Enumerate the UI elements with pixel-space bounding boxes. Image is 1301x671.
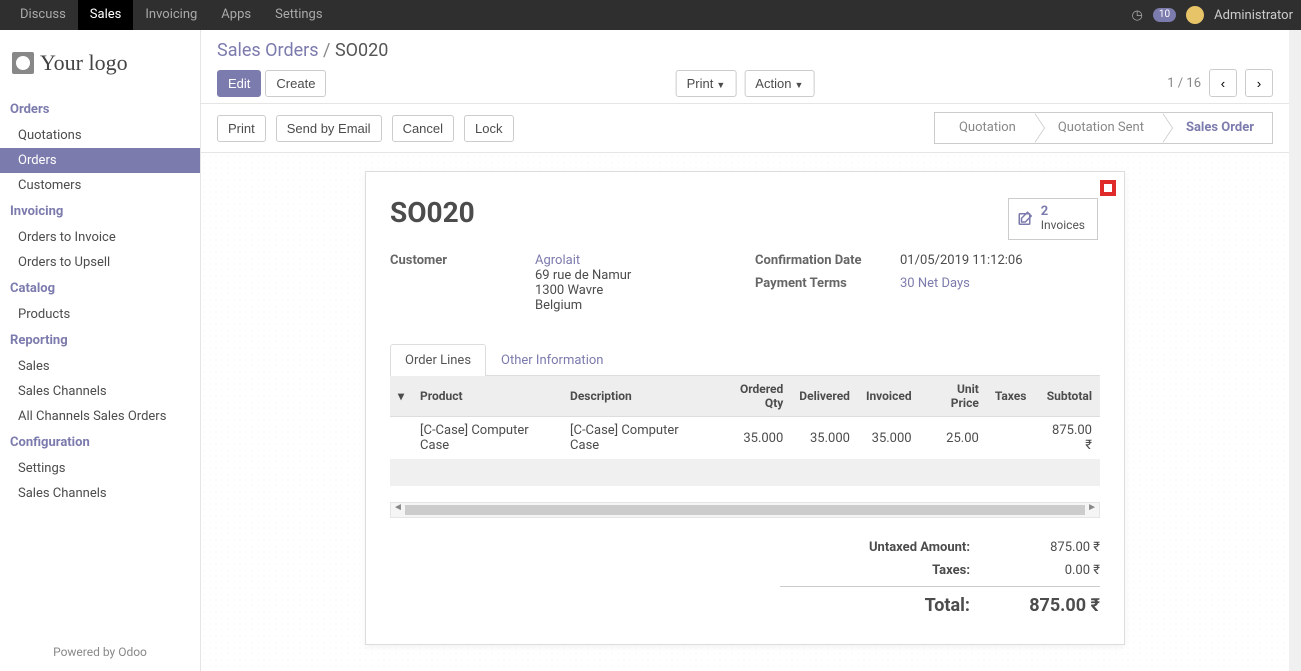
taxes-value: 0.00 ₹ bbox=[1000, 563, 1100, 578]
total-value: 875.00 ₹ bbox=[1000, 595, 1100, 616]
taxes-label: Taxes: bbox=[932, 563, 970, 578]
form-sheet: 2 Invoices SO020 Customer Agrolait 69 ru… bbox=[365, 171, 1125, 645]
side-section: Invoicing bbox=[0, 198, 200, 225]
side-section: Configuration bbox=[0, 429, 200, 456]
sidebar-item-customers[interactable]: Customers bbox=[0, 173, 200, 198]
customer-link[interactable]: Agrolait bbox=[535, 253, 580, 268]
cell-delivered: 35.000 bbox=[791, 417, 858, 460]
send-by-email-button[interactable]: Send by Email bbox=[276, 115, 382, 142]
col-delivered[interactable]: Delivered bbox=[791, 376, 858, 417]
cell-subtotal: 875.00 ₹ bbox=[1034, 417, 1100, 460]
invoices-stat-button[interactable]: 2 Invoices bbox=[1008, 198, 1098, 240]
confirmation-date-value: 01/05/2019 11:12:06 bbox=[900, 253, 1023, 268]
invoices-count: 2 bbox=[1041, 205, 1085, 218]
breadcrumb-current: SO020 bbox=[335, 40, 388, 61]
invoices-label: Invoices bbox=[1041, 218, 1085, 232]
cell-qty: 35.000 bbox=[712, 417, 791, 460]
logo: Your logo bbox=[0, 40, 200, 96]
col-description[interactable]: Description bbox=[562, 376, 712, 417]
nav-settings[interactable]: Settings bbox=[263, 0, 334, 30]
col-invoiced[interactable]: Invoiced bbox=[858, 376, 920, 417]
user-name[interactable]: Administrator bbox=[1214, 8, 1293, 23]
col-taxes[interactable]: Taxes bbox=[987, 376, 1035, 417]
action-dropdown[interactable]: Action▼ bbox=[744, 70, 814, 97]
handle-col: ▾ bbox=[390, 376, 412, 417]
create-button[interactable]: Create bbox=[265, 70, 326, 97]
tab-order-lines[interactable]: Order Lines bbox=[390, 344, 486, 376]
cancel-button[interactable]: Cancel bbox=[392, 115, 454, 142]
cell-desc: [C-Case] Computer Case bbox=[562, 417, 712, 460]
sidebar: Your logo OrdersQuotationsOrdersCustomer… bbox=[0, 30, 201, 671]
cell-price: 25.00 bbox=[920, 417, 987, 460]
untaxed-value: 875.00 ₹ bbox=[1000, 540, 1100, 555]
sidebar-item-sales[interactable]: Sales bbox=[0, 354, 200, 379]
total-label: Total: bbox=[925, 595, 970, 616]
payment-terms-value[interactable]: 30 Net Days bbox=[900, 276, 970, 291]
order-title: SO020 bbox=[390, 196, 1100, 229]
cell-product: [C-Case] Computer Case bbox=[412, 417, 562, 460]
pencil-square-icon bbox=[1017, 210, 1035, 228]
stage-sales-order[interactable]: Sales Order bbox=[1162, 113, 1273, 143]
col-subtotal[interactable]: Subtotal bbox=[1034, 376, 1100, 417]
drag-handle-icon[interactable] bbox=[390, 417, 412, 460]
nav-sales[interactable]: Sales bbox=[78, 0, 134, 30]
col-qty[interactable]: Ordered Qty bbox=[712, 376, 791, 417]
camera-icon bbox=[12, 52, 34, 74]
print-button[interactable]: Print bbox=[217, 115, 266, 142]
empty-row bbox=[390, 460, 1100, 486]
nav-discuss[interactable]: Discuss bbox=[8, 0, 78, 30]
pager-next-button[interactable]: › bbox=[1245, 69, 1273, 97]
tab-other-info[interactable]: Other Information bbox=[486, 344, 618, 376]
cell-taxes bbox=[987, 417, 1035, 460]
pager-text: 1 / 16 bbox=[1167, 76, 1201, 91]
untaxed-label: Untaxed Amount: bbox=[869, 540, 970, 555]
powered-by: Powered by Odoo bbox=[0, 633, 200, 671]
print-dropdown[interactable]: Print▼ bbox=[676, 70, 737, 97]
sidebar-item-sales-channels[interactable]: Sales Channels bbox=[0, 481, 200, 506]
stage-quotation-sent[interactable]: Quotation Sent bbox=[1034, 113, 1162, 143]
sidebar-item-orders-to-upsell[interactable]: Orders to Upsell bbox=[0, 250, 200, 275]
lock-button[interactable]: Lock bbox=[464, 115, 513, 142]
control-panel: Sales Orders / SO020 Edit Create Print▼ … bbox=[201, 30, 1289, 103]
customer-label: Customer bbox=[390, 253, 535, 313]
breadcrumb-parent[interactable]: Sales Orders bbox=[217, 40, 319, 61]
breadcrumb: Sales Orders / SO020 bbox=[217, 40, 1273, 61]
top-navbar: DiscussSalesInvoicingAppsSettings ◷ 10 A… bbox=[0, 0, 1301, 30]
address-line: 69 rue de Namur bbox=[535, 268, 631, 283]
statusbar: Print Send by Email Cancel Lock QuotationQu… bbox=[201, 103, 1289, 153]
horizontal-scrollbar[interactable] bbox=[390, 502, 1100, 518]
edit-button[interactable]: Edit bbox=[217, 70, 261, 97]
side-section: Reporting bbox=[0, 327, 200, 354]
sidebar-item-orders-to-invoice[interactable]: Orders to Invoice bbox=[0, 225, 200, 250]
stage-quotation[interactable]: Quotation bbox=[935, 113, 1034, 143]
sidebar-item-products[interactable]: Products bbox=[0, 302, 200, 327]
payment-terms-label: Payment Terms bbox=[755, 276, 900, 291]
nav-invoicing[interactable]: Invoicing bbox=[133, 0, 209, 30]
messages-badge[interactable]: 10 bbox=[1153, 8, 1176, 22]
logo-text: Your logo bbox=[40, 50, 128, 76]
sidebar-item-sales-channels[interactable]: Sales Channels bbox=[0, 379, 200, 404]
avatar[interactable] bbox=[1186, 6, 1204, 24]
sidebar-item-all-channels-sales-orders[interactable]: All Channels Sales Orders bbox=[0, 404, 200, 429]
side-section: Catalog bbox=[0, 275, 200, 302]
confirmation-date-label: Confirmation Date bbox=[755, 253, 900, 268]
sidebar-item-settings[interactable]: Settings bbox=[0, 456, 200, 481]
cell-invoiced: 35.000 bbox=[858, 417, 920, 460]
col-product[interactable]: Product bbox=[412, 376, 562, 417]
address-line: 1300 Wavre bbox=[535, 283, 631, 298]
order-lines-table: ▾ Product Description Ordered Qty Delive… bbox=[390, 376, 1100, 460]
vertical-scrollbar[interactable] bbox=[1289, 30, 1301, 671]
nav-apps[interactable]: Apps bbox=[209, 0, 263, 30]
totals: Untaxed Amount: 875.00 ₹ Taxes: 0.00 ₹ Tot… bbox=[780, 536, 1100, 620]
address-line: Belgium bbox=[535, 298, 631, 313]
side-section: Orders bbox=[0, 96, 200, 123]
pager-prev-button[interactable]: ‹ bbox=[1209, 69, 1237, 97]
sidebar-item-quotations[interactable]: Quotations bbox=[0, 123, 200, 148]
table-row[interactable]: [C-Case] Computer Case[C-Case] Computer … bbox=[390, 417, 1100, 460]
sidebar-item-orders[interactable]: Orders bbox=[0, 148, 200, 173]
clock-icon[interactable]: ◷ bbox=[1132, 8, 1143, 23]
col-price[interactable]: Unit Price bbox=[920, 376, 987, 417]
